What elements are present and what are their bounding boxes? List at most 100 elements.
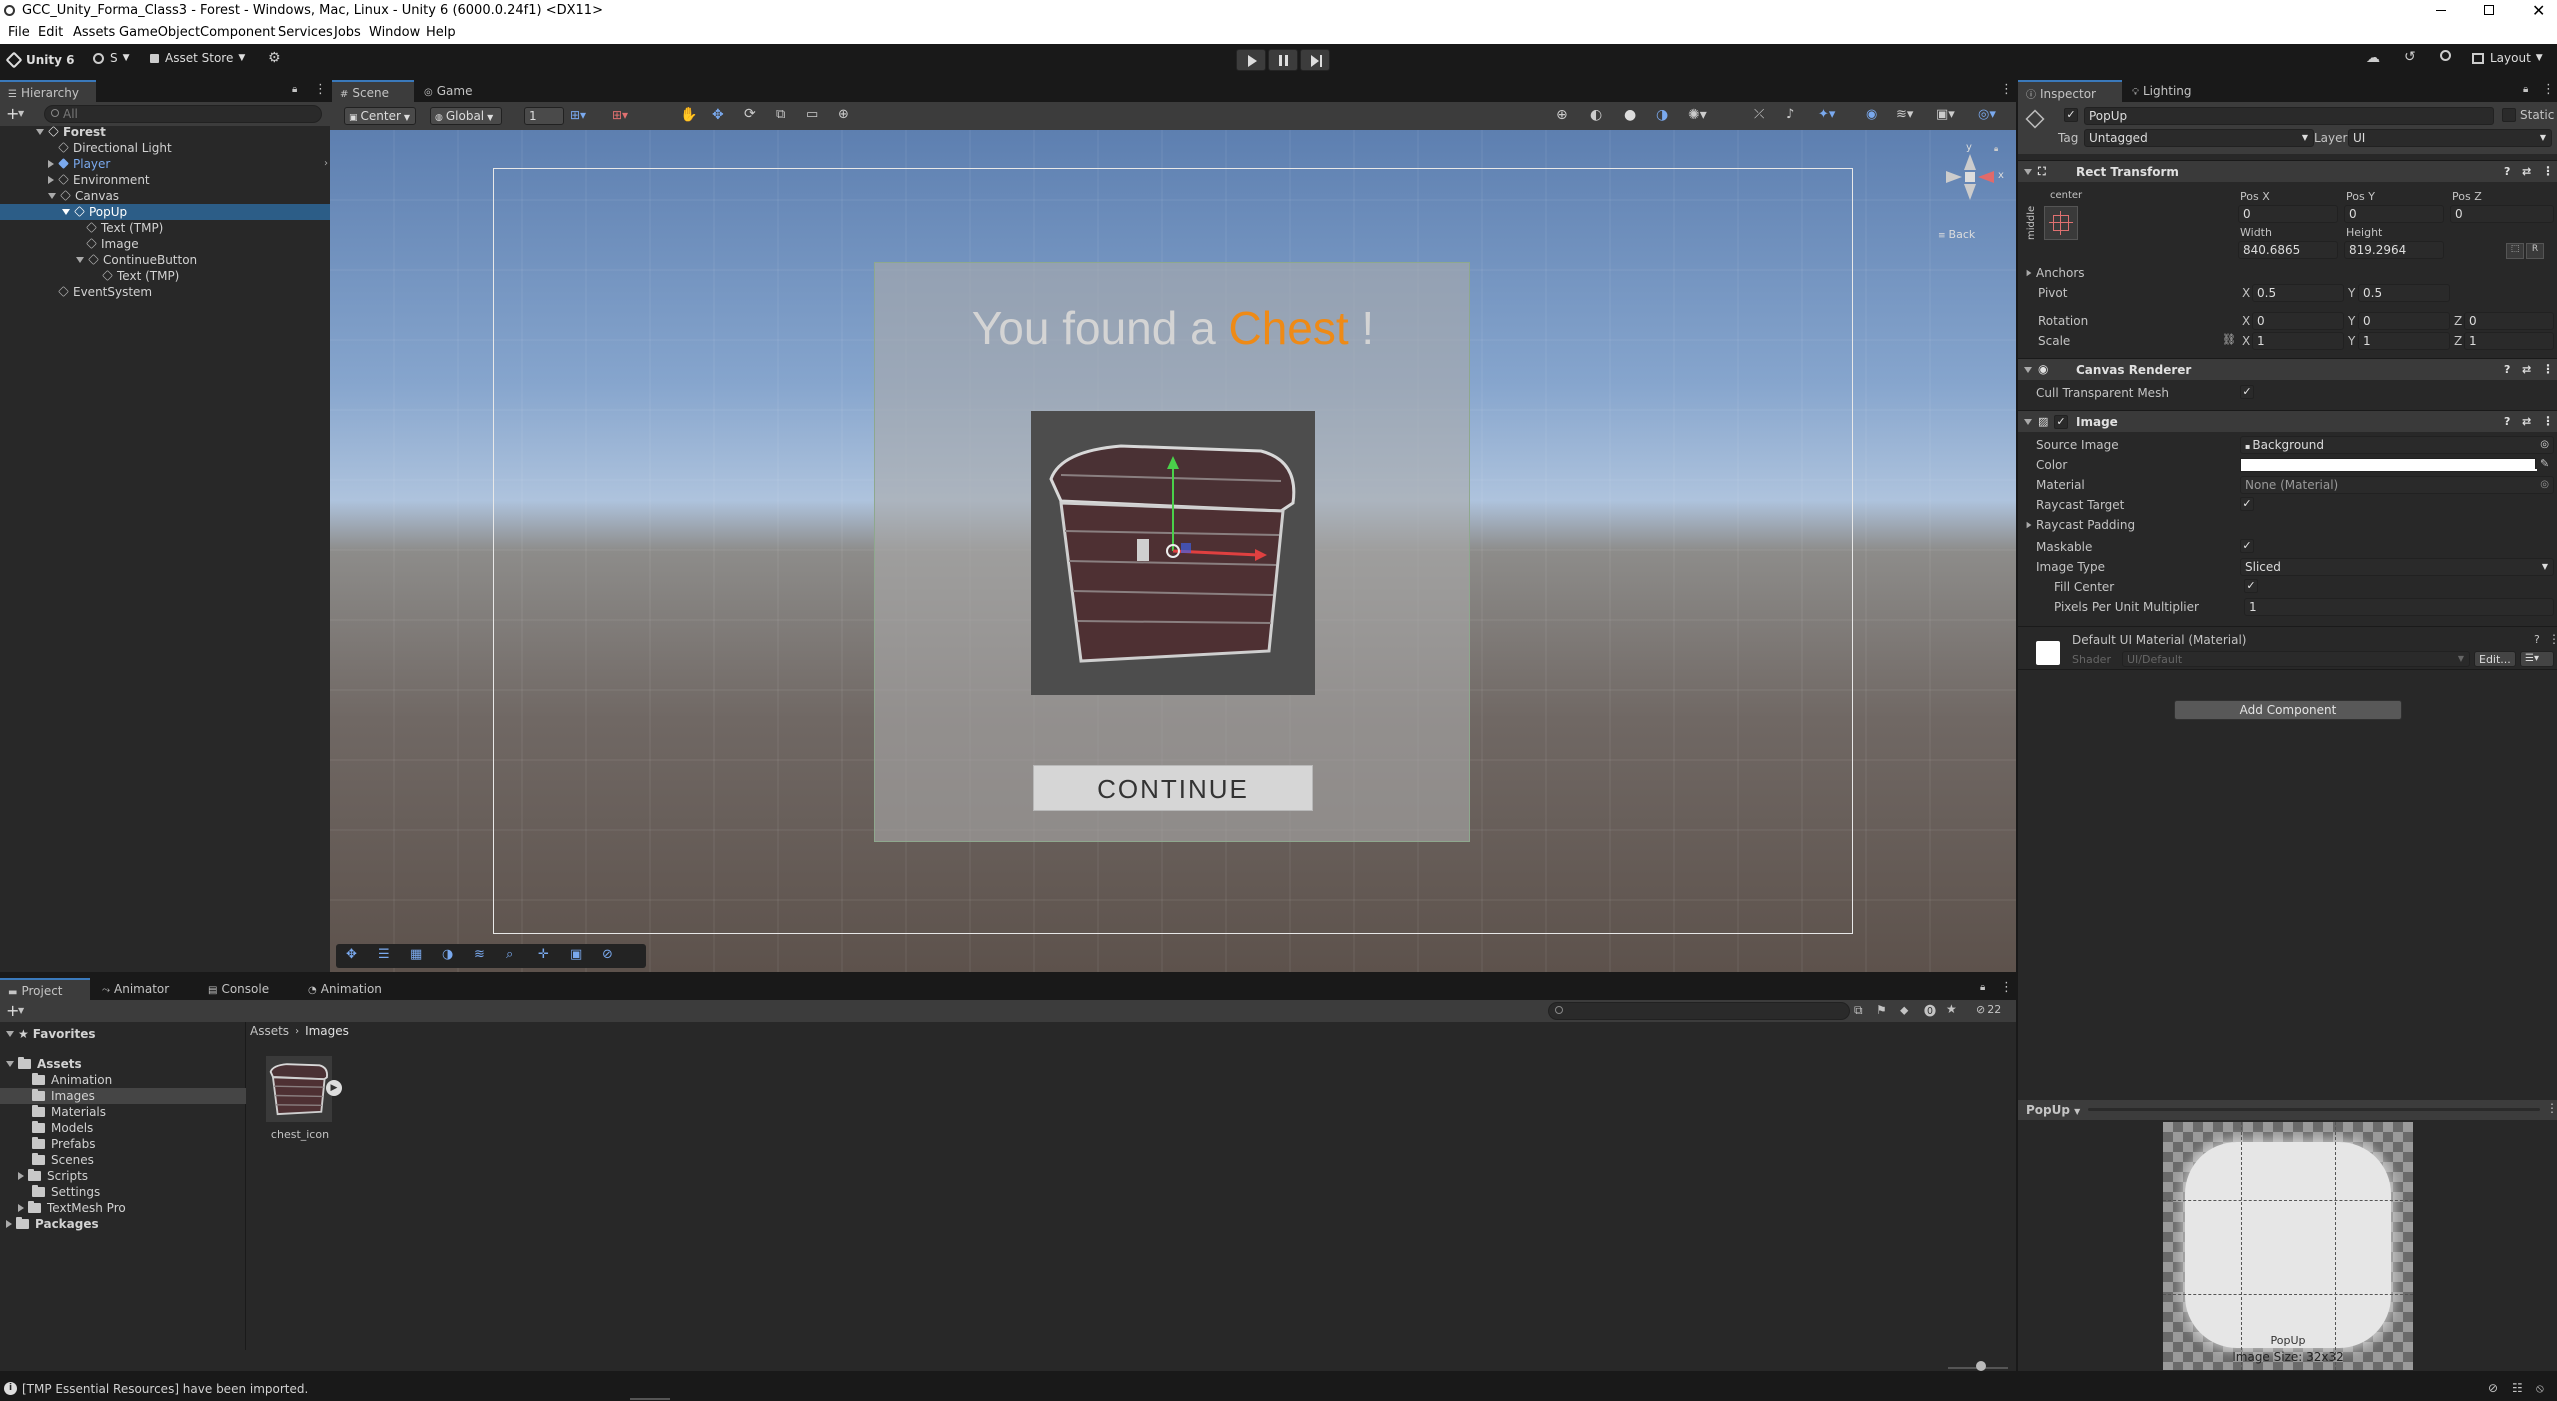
projection-back-label[interactable]: ≡ Back: [1938, 228, 1975, 241]
help-icon[interactable]: ?: [2504, 415, 2510, 428]
posy-input[interactable]: 0: [2344, 205, 2444, 223]
shading-solid-icon[interactable]: ●: [1624, 107, 1636, 123]
posx-input[interactable]: 0: [2238, 205, 2338, 223]
breadcrumb-assets[interactable]: Assets: [250, 1024, 289, 1038]
zoom-slider-thumb[interactable]: [1976, 1361, 1986, 1371]
layer-dropdown[interactable]: UI ▼: [2348, 129, 2552, 147]
menu-help[interactable]: Help: [426, 25, 456, 40]
close-icon[interactable]: ✕: [2532, 1, 2545, 20]
favorites-foldout[interactable]: ★ Favorites: [6, 1026, 95, 1042]
tab-hierarchy[interactable]: ☰ Hierarchy: [0, 80, 96, 102]
preset-icon[interactable]: ⇄: [2522, 415, 2531, 428]
grid-toggle-icon[interactable]: ⊞▾: [612, 108, 628, 122]
blueprint-mode-button[interactable]: ⬚: [2506, 243, 2524, 259]
hierarchy-item-button-text-tmp[interactable]: Text (TMP): [102, 268, 179, 284]
menu-window[interactable]: Window: [369, 25, 420, 40]
snap-increment-input[interactable]: 1: [524, 107, 564, 125]
hierarchy-item-popup[interactable]: PopUp: [0, 204, 330, 220]
pivot-mode-dropdown[interactable]: ▣ Center ▼: [344, 107, 416, 125]
gizmo-neg-x-cone[interactable]: [1946, 171, 1962, 183]
unity-account-button[interactable]: Unity 6: [5, 50, 75, 70]
component-menu-icon[interactable]: ⋮: [2548, 632, 2557, 646]
transform-tool-icon[interactable]: ⊕: [838, 107, 849, 122]
help-icon[interactable]: ?: [2504, 363, 2510, 376]
cache-server-icon[interactable]: ⦸: [2536, 1381, 2544, 1396]
link-icon[interactable]: ⛓: [2222, 333, 2236, 346]
hierarchy-item-eventsystem[interactable]: EventSystem: [58, 284, 152, 300]
history-icon[interactable]: ↺: [2404, 49, 2416, 65]
hierarchy-item-directional-light[interactable]: Directional Light: [58, 140, 172, 156]
minimize-icon[interactable]: [2436, 10, 2446, 11]
tab-scene[interactable]: # Scene: [332, 80, 414, 102]
help-icon[interactable]: ?: [2534, 633, 2540, 646]
rot-y-input[interactable]: 0: [2358, 312, 2450, 330]
step-button[interactable]: [1300, 49, 1330, 71]
overlay-grid-icon[interactable]: ▦: [410, 947, 422, 962]
asset-store-dropdown[interactable]: Asset Store ▼: [150, 51, 245, 65]
rect-transform-header[interactable]: ⛶ Rect Transform ? ⇄ ⋮: [2018, 160, 2557, 182]
overlay-search-icon[interactable]: ⌕: [506, 947, 513, 962]
lock-icon[interactable]: 🔒︎: [292, 84, 297, 95]
search-icon[interactable]: [2440, 50, 2451, 61]
debug-icon[interactable]: ⊘: [2488, 1381, 2498, 1395]
lock-icon[interactable]: 🔒︎: [1980, 982, 1985, 993]
maximize-icon[interactable]: [2484, 5, 2494, 15]
draw-mode-icon[interactable]: ⊕: [1556, 107, 1568, 123]
search-by-type-icon[interactable]: ⧉: [1854, 1003, 1863, 1018]
raycast-target-checkbox[interactable]: ✓: [2240, 497, 2254, 511]
pause-button[interactable]: [1268, 49, 1298, 71]
camera-icon[interactable]: ▣▾: [1936, 107, 1955, 122]
scale-tool-icon[interactable]: ⧉: [776, 107, 785, 122]
lighting-toggle-icon[interactable]: ✺▾: [1688, 107, 1707, 123]
fill-center-checkbox[interactable]: ✓: [2244, 579, 2258, 593]
hierarchy-item-image[interactable]: Image: [86, 236, 139, 252]
object-picker-icon[interactable]: ◎: [2540, 479, 2549, 490]
favorite-star-icon[interactable]: ★: [1946, 1002, 1957, 1016]
tree-item-models[interactable]: Models: [32, 1120, 93, 1136]
tree-item-materials[interactable]: Materials: [32, 1104, 106, 1120]
play-button[interactable]: [1236, 49, 1266, 71]
cloud-icon[interactable]: ☁: [2366, 50, 2380, 66]
tree-item-animation[interactable]: Animation: [32, 1072, 112, 1088]
pivot-x-input[interactable]: 0.5: [2252, 284, 2344, 302]
popup-panel[interactable]: You found a Chest ! CONTINUE: [874, 262, 1470, 842]
asset-expand-icon[interactable]: ▶: [326, 1080, 342, 1096]
kebab-menu-icon[interactable]: ⋮: [2000, 82, 2013, 97]
grid-snap-icon[interactable]: ⊞▾: [570, 108, 586, 122]
account-dropdown[interactable]: S ▼: [93, 51, 130, 65]
scene-viewport[interactable]: You found a Chest ! CONTINUE y x 🔒︎ ≡ Ba…: [330, 130, 2016, 972]
preview-title-dropdown[interactable]: PopUp ▼: [2026, 1103, 2080, 1117]
hierarchy-item-forest[interactable]: Forest: [36, 124, 326, 140]
tab-project[interactable]: ▬ Project: [0, 978, 90, 1000]
gizmo-neg-y-cone[interactable]: [1964, 184, 1976, 200]
raycast-padding-foldout[interactable]: Raycast Padding: [2026, 518, 2135, 532]
hand-tool-icon[interactable]: ✋: [680, 107, 697, 123]
menu-assets[interactable]: Assets: [73, 25, 115, 40]
continue-button[interactable]: CONTINUE: [1033, 765, 1313, 811]
height-input[interactable]: 819.2964: [2344, 241, 2444, 259]
gizmo-x-cone[interactable]: [1978, 171, 1994, 183]
preset-icon[interactable]: ⇄: [2522, 165, 2531, 178]
kebab-menu-icon[interactable]: ⋮: [2546, 1101, 2557, 1115]
chest-image[interactable]: [1031, 411, 1315, 695]
tab-game[interactable]: ◎ Game: [416, 80, 496, 102]
material-field[interactable]: None (Material) ◎: [2240, 476, 2554, 494]
space-mode-dropdown[interactable]: ◍ Global ▼: [430, 107, 502, 125]
chevron-right-icon[interactable]: ›: [324, 156, 328, 172]
canvas-renderer-header[interactable]: ◉ Canvas Renderer ? ⇄ ⋮: [2018, 358, 2557, 380]
kebab-menu-icon[interactable]: ⋮: [2542, 82, 2555, 97]
cull-mesh-checkbox[interactable]: ✓: [2240, 385, 2254, 399]
menu-jobs[interactable]: Jobs: [334, 25, 361, 40]
kebab-menu-icon[interactable]: ⋮: [314, 82, 327, 97]
move-tool-icon[interactable]: ✥: [712, 107, 724, 123]
object-picker-icon[interactable]: ◎: [2540, 439, 2549, 450]
kebab-menu-icon[interactable]: ⋮: [2000, 980, 2013, 995]
tree-item-assets[interactable]: Assets: [6, 1056, 82, 1072]
tab-inspector[interactable]: ⓘ Inspector: [2018, 80, 2122, 102]
overlay-move-icon[interactable]: ✥: [346, 947, 357, 962]
tree-item-textmesh-pro[interactable]: TextMesh Pro: [18, 1200, 126, 1216]
tree-item-packages[interactable]: Packages: [6, 1216, 99, 1232]
rot-x-input[interactable]: 0: [2252, 312, 2344, 330]
image-type-dropdown[interactable]: Sliced ▼: [2240, 558, 2554, 576]
rect-tool-icon[interactable]: ▭: [806, 107, 818, 122]
